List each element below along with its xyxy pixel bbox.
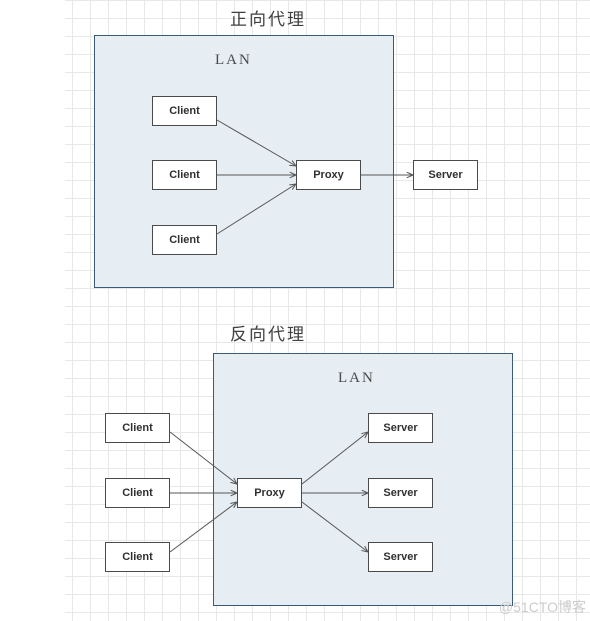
forward-client-2: Client (152, 160, 217, 190)
reverse-server-2: Server (368, 478, 433, 508)
forward-client-3: Client (152, 225, 217, 255)
reverse-proxy-node: Proxy (237, 478, 302, 508)
reverse-client-2: Client (105, 478, 170, 508)
reverse-proxy-title: 反向代理 (230, 320, 306, 345)
reverse-server-1: Server (368, 413, 433, 443)
reverse-server-3: Server (368, 542, 433, 572)
watermark: @51CTO博客 (499, 597, 586, 617)
reverse-client-3: Client (105, 542, 170, 572)
forward-proxy-title: 正向代理 (230, 5, 306, 30)
reverse-lan-label: LAN (338, 370, 375, 387)
reverse-client-1: Client (105, 413, 170, 443)
forward-client-1: Client (152, 96, 217, 126)
forward-lan-label: LAN (215, 52, 252, 69)
forward-server-node: Server (413, 160, 478, 190)
left-margin (0, 0, 65, 621)
forward-proxy-node: Proxy (296, 160, 361, 190)
